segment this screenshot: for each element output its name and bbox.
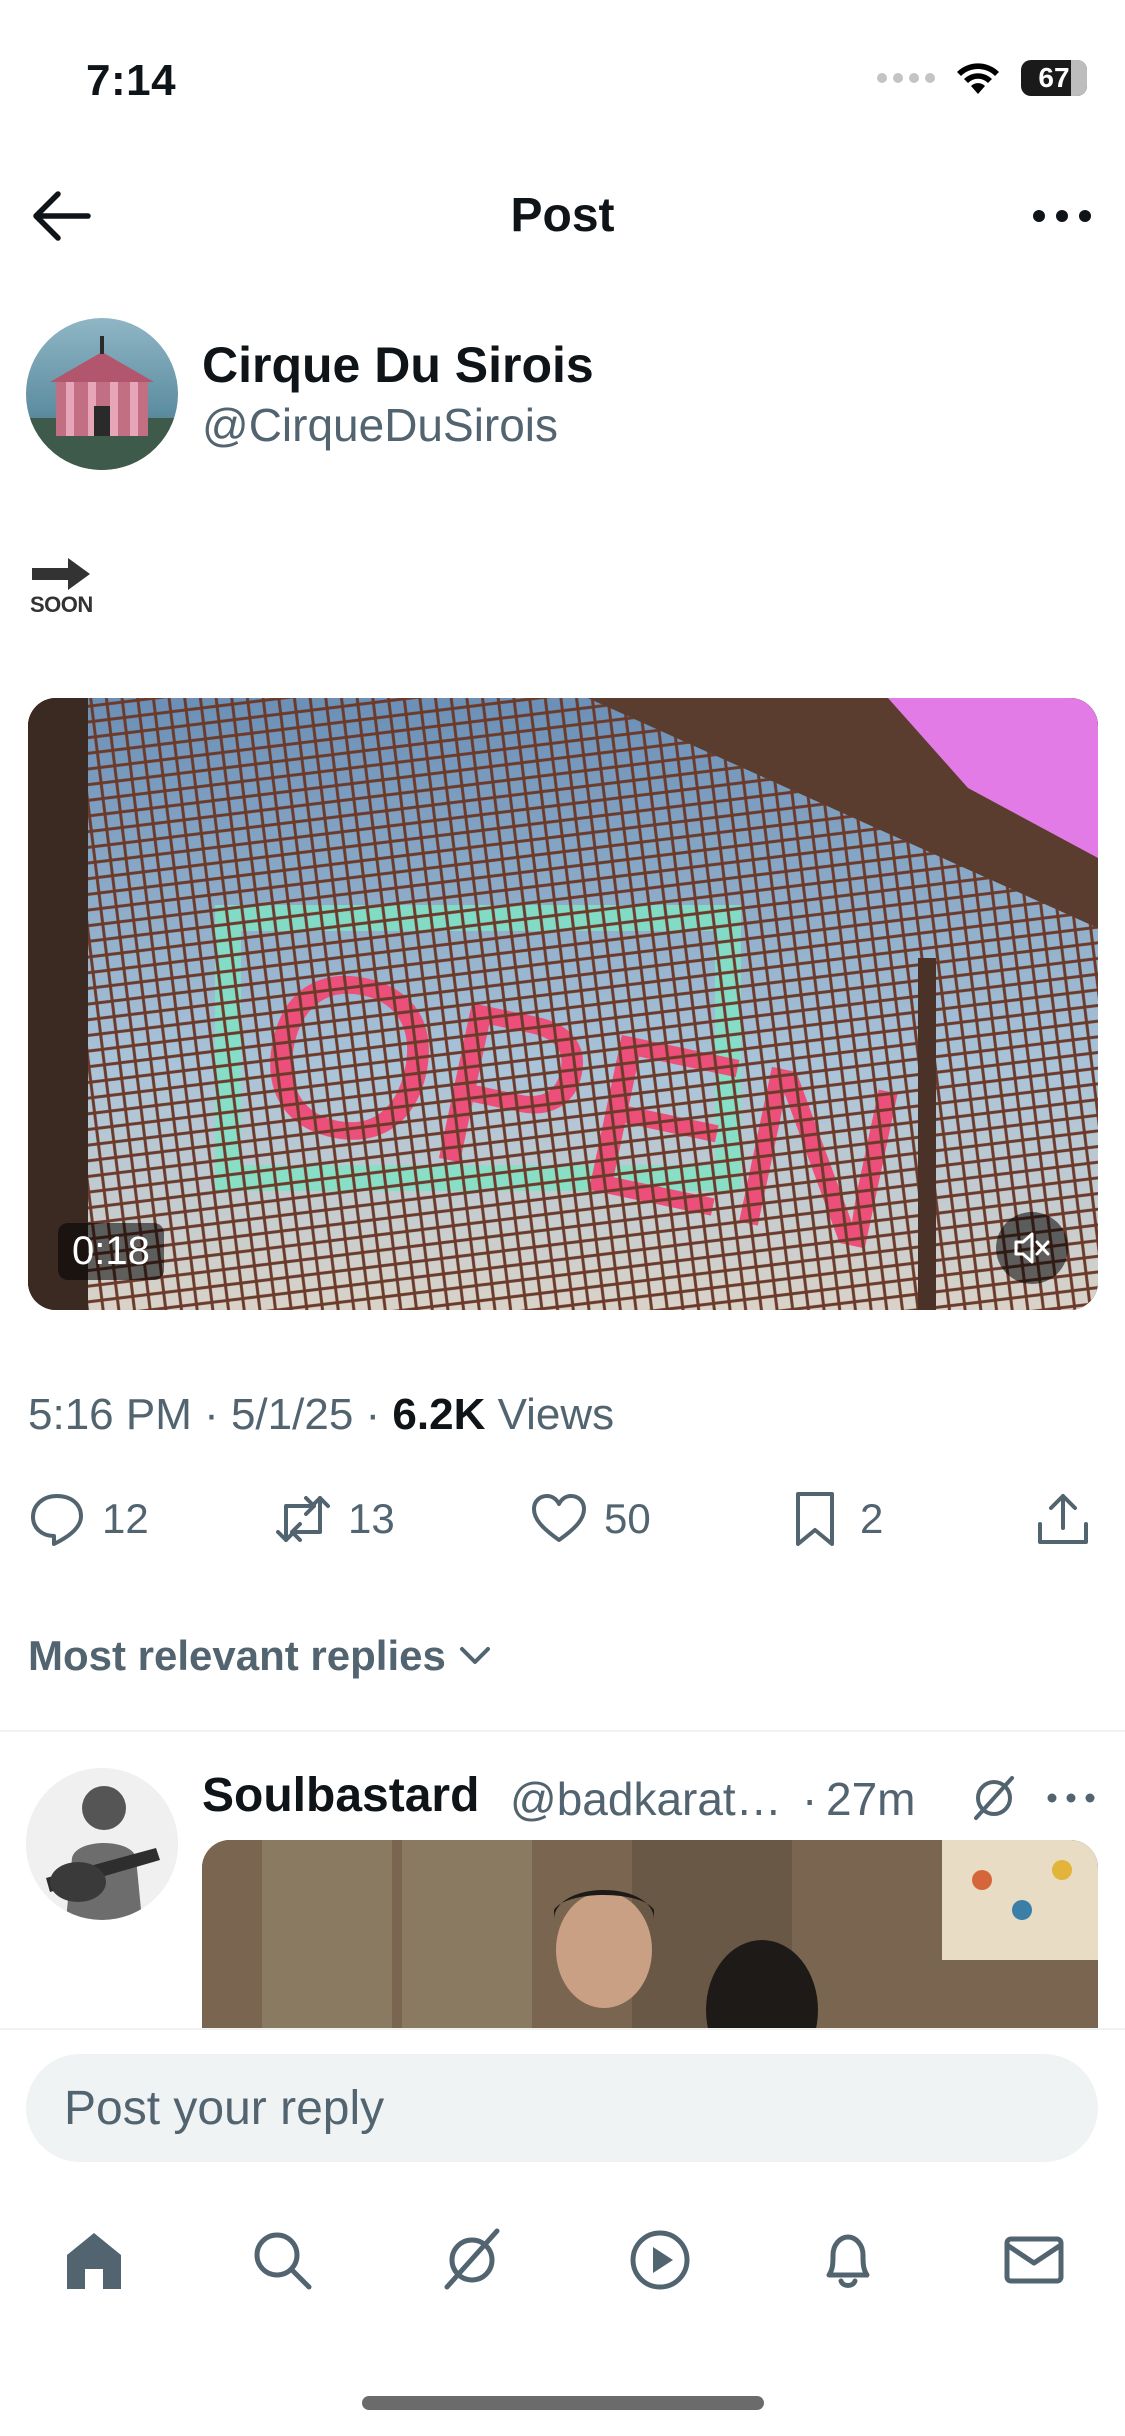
author-handle[interactable]: @CirqueDuSirois: [202, 398, 558, 452]
mute-button[interactable]: [996, 1212, 1068, 1284]
grok-icon: [444, 2228, 500, 2290]
reply-avatar[interactable]: [26, 1768, 178, 1920]
battery-level: 67: [1038, 62, 1070, 93]
grok-icon[interactable]: [968, 1772, 1020, 1824]
page-title: Post: [510, 189, 615, 242]
bottom-tab-bar: [0, 2200, 1125, 2320]
circus-tent-image: [26, 336, 178, 470]
share-icon: [1038, 1494, 1088, 1544]
author-avatar[interactable]: [26, 318, 178, 470]
open-sign-video-frame: OPEN: [28, 698, 1098, 1310]
status-indicators: 67: [877, 60, 1087, 96]
view-count: 6.2K: [392, 1390, 486, 1439]
views-label: Views: [485, 1390, 615, 1439]
more-options-icon[interactable]: [1046, 1788, 1096, 1808]
chevron-down-icon: [459, 1647, 490, 1664]
like-action[interactable]: 50: [530, 1490, 651, 1548]
post-actions: 12 13 50 2: [28, 1490, 1098, 1560]
tab-messages[interactable]: [994, 2220, 1074, 2300]
right-arrow-icon: [32, 558, 90, 590]
play-icon: [630, 2230, 690, 2290]
tab-home[interactable]: [54, 2220, 134, 2300]
reply-author-handle[interactable]: @badkarat…: [510, 1772, 782, 1826]
repost-count: 13: [348, 1495, 395, 1542]
post-timestamp-views: 5:16 PM · 5/1/25 · 6.2K Views: [28, 1390, 614, 1440]
replies-sort-label: Most relevant replies: [28, 1632, 446, 1679]
share-action[interactable]: [1034, 1490, 1092, 1548]
like-count: 50: [604, 1495, 651, 1542]
soon-arrow-icon: SOON: [30, 556, 102, 622]
reply-media[interactable]: [202, 1840, 1098, 2028]
soon-label: SOON: [30, 592, 93, 617]
reply-input[interactable]: Post your reply: [26, 2054, 1098, 2162]
post-author[interactable]: Cirque Du Sirois @CirqueDuSirois: [26, 318, 1096, 473]
author-name[interactable]: Cirque Du Sirois: [202, 336, 594, 394]
replies-sort-dropdown[interactable]: Most relevant replies: [28, 1632, 492, 1680]
repost-action[interactable]: 13: [274, 1490, 395, 1548]
bell-icon: [826, 2234, 870, 2288]
reply-icon: [31, 1494, 83, 1546]
reply-author-name[interactable]: Soulbastard: [202, 1768, 479, 1823]
post-timestamp: 5:16 PM · 5/1/25 ·: [28, 1390, 393, 1439]
reply-time: 27m: [826, 1773, 916, 1825]
wifi-icon: [957, 63, 999, 94]
repost-icon: [276, 1496, 330, 1542]
status-time: 7:14: [86, 56, 177, 105]
tab-grok[interactable]: [432, 2220, 512, 2300]
mail-icon: [1004, 2236, 1064, 2284]
muted-speaker-icon: [1014, 1232, 1050, 1264]
reply-image: [202, 1840, 1098, 2028]
reply-input-placeholder: Post your reply: [64, 2081, 385, 2135]
post-header: Post: [0, 170, 1125, 262]
tab-search[interactable]: [242, 2220, 322, 2300]
bookmark-action[interactable]: 2: [786, 1490, 883, 1548]
search-icon: [254, 2232, 312, 2290]
video-duration: 0:18: [58, 1223, 164, 1280]
reply-count: 12: [102, 1495, 149, 1542]
post-video[interactable]: OPEN 0:18: [28, 698, 1098, 1310]
home-icon: [67, 2233, 121, 2289]
bookmark-icon: [796, 1492, 834, 1546]
reply-action[interactable]: 12: [28, 1490, 149, 1548]
tab-notifications[interactable]: [808, 2220, 888, 2300]
separator-dot: ·: [802, 1773, 818, 1825]
guitarist-avatar-image: [26, 1768, 178, 1920]
reply-item[interactable]: Soulbastard @badkarat… · 27m: [0, 1732, 1125, 2028]
status-bar: 7:14 67: [0, 0, 1125, 150]
battery-icon: 67: [1021, 60, 1087, 96]
heart-icon: [532, 1494, 586, 1542]
more-options-icon[interactable]: [1029, 188, 1095, 244]
home-indicator: [362, 2396, 764, 2410]
bookmark-count: 2: [860, 1495, 884, 1542]
cellular-signal-icon: [877, 73, 935, 83]
tab-video[interactable]: [620, 2220, 700, 2300]
